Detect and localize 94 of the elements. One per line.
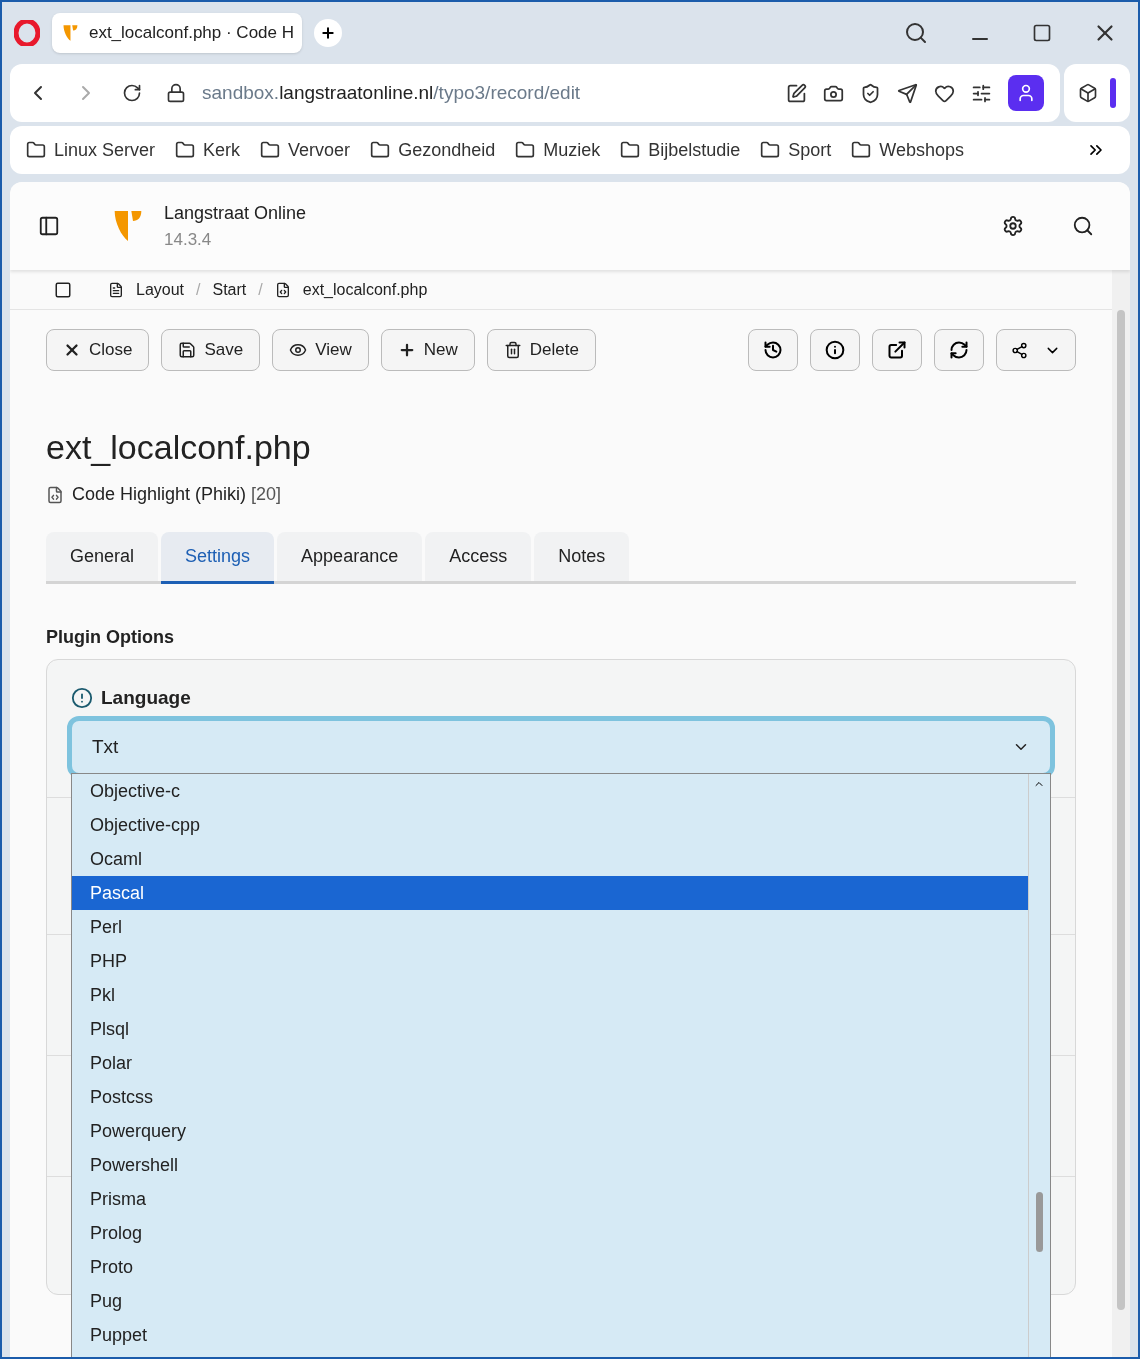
bookmark[interactable]: Bijbelstudie <box>620 136 741 164</box>
bookmark[interactable]: Kerk <box>175 136 241 164</box>
sidebar-toggle-icon[interactable] <box>38 215 60 237</box>
scrollbar-thumb[interactable] <box>1117 310 1125 1310</box>
folder-icon <box>175 140 196 160</box>
bookmark[interactable]: Sport <box>760 136 832 164</box>
bookmark[interactable]: Webshops <box>851 136 965 164</box>
reload-button[interactable] <box>934 329 984 371</box>
dropdown-option[interactable]: Pug <box>72 1284 1028 1318</box>
shield-icon[interactable] <box>860 82 881 104</box>
version-text: 14.3.4 <box>164 228 213 251</box>
share-icon <box>1011 341 1028 359</box>
plus-icon <box>320 25 336 41</box>
dropdown-option[interactable]: Prolog <box>72 1216 1028 1250</box>
browser-logo-icon <box>14 20 40 46</box>
record-type: Code Highlight (Phiki) [20] <box>72 483 282 506</box>
lock-icon <box>166 83 186 103</box>
scrollbar-thumb[interactable] <box>1036 1192 1043 1252</box>
open-button[interactable] <box>872 329 922 371</box>
tab[interactable]: General <box>46 532 159 584</box>
info-icon <box>825 340 845 360</box>
browser-tab[interactable]: ext_localconf.php · Code H <box>52 13 302 53</box>
tab[interactable]: Settings <box>161 532 275 584</box>
edit-icon[interactable] <box>786 82 807 104</box>
tab[interactable]: Access <box>425 532 532 584</box>
tab[interactable]: Notes <box>534 532 630 584</box>
cube-icon[interactable] <box>1078 83 1098 103</box>
folder-icon <box>760 140 781 160</box>
url-text[interactable]: sandbox.langstraatonline.nl/typo3/record/edit <box>202 78 581 108</box>
dropdown-option[interactable]: Objective-cpp <box>72 808 1028 842</box>
share-button[interactable] <box>996 329 1076 371</box>
delete-icon <box>503 341 522 359</box>
user-icon <box>1016 83 1036 103</box>
folder-icon <box>26 140 46 160</box>
profile-button[interactable] <box>1008 75 1044 111</box>
dropdown-option[interactable]: Powershell <box>72 1148 1028 1182</box>
page-icon <box>108 281 124 298</box>
send-icon[interactable] <box>897 82 918 104</box>
code-file-icon <box>274 281 291 298</box>
reload-icon[interactable] <box>122 83 142 103</box>
dropdown-option[interactable]: Prisma <box>72 1182 1028 1216</box>
dropdown-option[interactable]: Pkl <box>72 978 1028 1012</box>
field-label: Language <box>101 686 191 710</box>
dropdown-option[interactable]: Pascal <box>72 876 1028 910</box>
search-icon[interactable] <box>1072 215 1094 237</box>
bookmark[interactable]: Linux Server <box>26 136 156 164</box>
sliders-icon[interactable] <box>971 82 992 104</box>
open-icon <box>887 340 907 360</box>
record-title: ext_localconf.php <box>46 427 312 468</box>
folder-icon <box>515 140 536 160</box>
warning-icon <box>71 687 93 710</box>
dropdown-option[interactable]: Proto <box>72 1250 1028 1284</box>
view-button[interactable]: View <box>272 329 369 371</box>
code-file-icon <box>46 485 64 504</box>
new-tab-button[interactable] <box>314 19 342 47</box>
folder-icon <box>370 140 391 160</box>
section-title: Plugin Options <box>46 626 175 649</box>
dropdown-option[interactable]: Postcss <box>72 1080 1028 1114</box>
dropdown-option[interactable]: Perl <box>72 910 1028 944</box>
save-button[interactable]: Save <box>161 329 261 371</box>
breadcrumb-link[interactable]: Layout <box>136 277 185 302</box>
bookmark[interactable]: Vervoer <box>260 136 351 164</box>
view-icon <box>289 341 308 359</box>
bookmark[interactable]: Gezondheid <box>370 136 496 164</box>
folder-icon <box>620 140 641 160</box>
dropdown-option[interactable]: Puppet <box>72 1318 1028 1352</box>
close-icon <box>63 341 81 359</box>
folder-icon <box>260 140 281 160</box>
site-name: Langstraat Online <box>164 201 307 225</box>
delete-button[interactable]: Delete <box>486 329 596 371</box>
folder-icon <box>851 140 872 160</box>
search-icon[interactable] <box>904 21 928 45</box>
dropdown-option[interactable]: Plsql <box>72 1012 1028 1046</box>
bookmark[interactable]: Muziek <box>515 136 601 164</box>
save-icon <box>178 341 197 359</box>
reload-icon <box>949 340 969 360</box>
settings-icon[interactable] <box>1002 215 1024 237</box>
breadcrumb-current: ext_localconf.php <box>302 279 428 300</box>
sidebar-indicator <box>1110 78 1116 108</box>
tab[interactable]: Appearance <box>277 532 423 584</box>
breadcrumb-separator: / <box>258 279 263 300</box>
dropdown-option[interactable]: Powerquery <box>72 1114 1028 1148</box>
dropdown-option[interactable]: Polar <box>72 1046 1028 1080</box>
info-button[interactable] <box>810 329 860 371</box>
new-button[interactable]: New <box>380 329 475 371</box>
breadcrumb-separator: / <box>196 279 201 300</box>
breadcrumb-link[interactable]: Start <box>212 277 247 302</box>
history-icon <box>763 340 783 360</box>
dropdown-option[interactable]: Ocaml <box>72 842 1028 876</box>
dropdown-option[interactable]: PHP <box>72 944 1028 978</box>
maximize-icon[interactable] <box>1032 23 1052 43</box>
close-button[interactable]: Close <box>46 329 150 371</box>
history-button[interactable] <box>748 329 798 371</box>
page-tree-icon[interactable] <box>54 280 72 299</box>
